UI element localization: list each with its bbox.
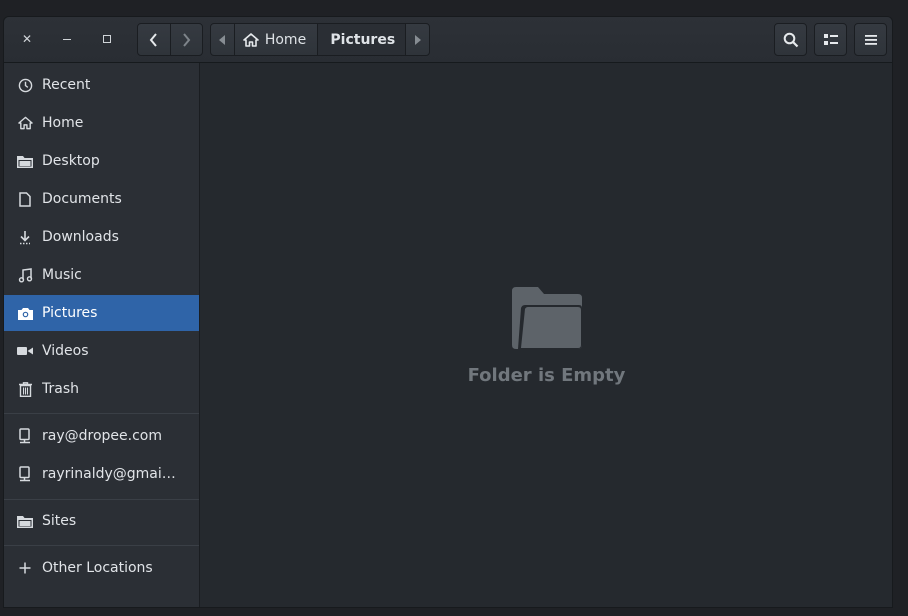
sidebar-item-sites[interactable]: Sites bbox=[4, 503, 199, 539]
sidebar-separator bbox=[4, 545, 199, 546]
path-bar: Home Pictures bbox=[210, 23, 430, 56]
sidebar-item-label: Home bbox=[42, 115, 84, 131]
back-button[interactable] bbox=[138, 24, 170, 55]
sidebar-item-label: Trash bbox=[42, 381, 79, 397]
sidebar-item-label: rayrinaldy@gmai… bbox=[42, 466, 176, 482]
plus-icon bbox=[16, 559, 34, 577]
triangle-left-icon bbox=[219, 34, 226, 45]
empty-state-message: Folder is Empty bbox=[467, 365, 626, 386]
folder-icon bbox=[16, 512, 34, 530]
sidebar-item-label: Documents bbox=[42, 191, 122, 207]
sidebar-item-label: Pictures bbox=[42, 305, 98, 321]
folder-open-icon bbox=[511, 287, 582, 349]
empty-state: Folder is Empty bbox=[201, 285, 892, 386]
view-toggle-button[interactable] bbox=[814, 23, 847, 56]
sidebar-item-trash[interactable]: Trash bbox=[4, 371, 199, 407]
sidebar-item-label: Sites bbox=[42, 513, 77, 529]
sidebar-item-account-dropee[interactable]: ray@dropee.com bbox=[4, 418, 199, 454]
sidebar-item-home[interactable]: Home bbox=[4, 105, 199, 141]
sidebar-item-label: Music bbox=[42, 267, 82, 283]
camera-icon bbox=[16, 304, 34, 322]
breadcrumb-home[interactable]: Home bbox=[235, 24, 319, 55]
sidebar-item-label: Videos bbox=[42, 343, 89, 359]
home-icon bbox=[16, 114, 34, 132]
sidebar-item-other-locations[interactable]: Other Locations bbox=[4, 550, 199, 586]
path-scroll-right[interactable] bbox=[405, 24, 429, 55]
sidebar-item-downloads[interactable]: Downloads bbox=[4, 219, 199, 255]
breadcrumb-pictures[interactable]: Pictures bbox=[318, 24, 406, 55]
clock-icon bbox=[16, 76, 34, 94]
sidebar-item-account-gmail[interactable]: rayrinaldy@gmai… bbox=[4, 456, 199, 492]
file-manager-window: ✕ Home Pictures Recent Home Desktop Docu… bbox=[3, 16, 893, 608]
maximize-icon bbox=[103, 35, 111, 43]
music-icon bbox=[16, 266, 34, 284]
sidebar: Recent Home Desktop Documents Downloads bbox=[4, 63, 200, 607]
sidebar-item-recent[interactable]: Recent bbox=[4, 67, 199, 103]
chevron-right-icon bbox=[183, 32, 191, 47]
menu-button[interactable] bbox=[854, 23, 887, 56]
sidebar-item-label: Other Locations bbox=[42, 560, 153, 576]
minimize-button[interactable] bbox=[53, 24, 81, 54]
network-drive-icon bbox=[16, 465, 34, 483]
minimize-icon bbox=[63, 38, 71, 40]
network-drive-icon bbox=[16, 427, 34, 445]
sidebar-separator bbox=[4, 499, 199, 500]
sidebar-item-desktop[interactable]: Desktop bbox=[4, 143, 199, 179]
sidebar-item-videos[interactable]: Videos bbox=[4, 333, 199, 369]
trash-icon bbox=[16, 380, 34, 398]
download-icon bbox=[16, 228, 34, 246]
video-icon bbox=[16, 342, 34, 360]
breadcrumb-home-label: Home bbox=[264, 31, 307, 48]
sidebar-item-label: ray@dropee.com bbox=[42, 428, 162, 444]
sidebar-item-music[interactable]: Music bbox=[4, 257, 199, 293]
sidebar-item-documents[interactable]: Documents bbox=[4, 181, 199, 217]
document-icon bbox=[16, 190, 34, 208]
sidebar-item-label: Desktop bbox=[42, 153, 100, 169]
sidebar-separator bbox=[4, 413, 199, 414]
sidebar-item-pictures[interactable]: Pictures bbox=[4, 295, 199, 331]
home-icon bbox=[243, 32, 259, 47]
triangle-right-icon bbox=[414, 34, 421, 45]
sidebar-item-label: Recent bbox=[42, 77, 91, 93]
path-scroll-left[interactable] bbox=[211, 24, 235, 55]
header-bar: ✕ Home Pictures bbox=[4, 17, 892, 63]
sidebar-item-label: Downloads bbox=[42, 229, 119, 245]
search-button[interactable] bbox=[774, 23, 807, 56]
hamburger-menu-icon bbox=[864, 34, 877, 45]
close-button[interactable]: ✕ bbox=[13, 24, 41, 54]
navigation-buttons bbox=[137, 23, 203, 56]
folder-icon bbox=[16, 152, 34, 170]
list-view-icon bbox=[823, 33, 838, 45]
chevron-left-icon bbox=[149, 32, 157, 47]
close-icon: ✕ bbox=[21, 32, 33, 46]
maximize-button[interactable] bbox=[93, 24, 121, 54]
file-view[interactable]: Folder is Empty bbox=[201, 63, 892, 607]
forward-button[interactable] bbox=[169, 24, 203, 55]
breadcrumb-pictures-label: Pictures bbox=[330, 31, 396, 48]
search-icon bbox=[783, 32, 798, 47]
